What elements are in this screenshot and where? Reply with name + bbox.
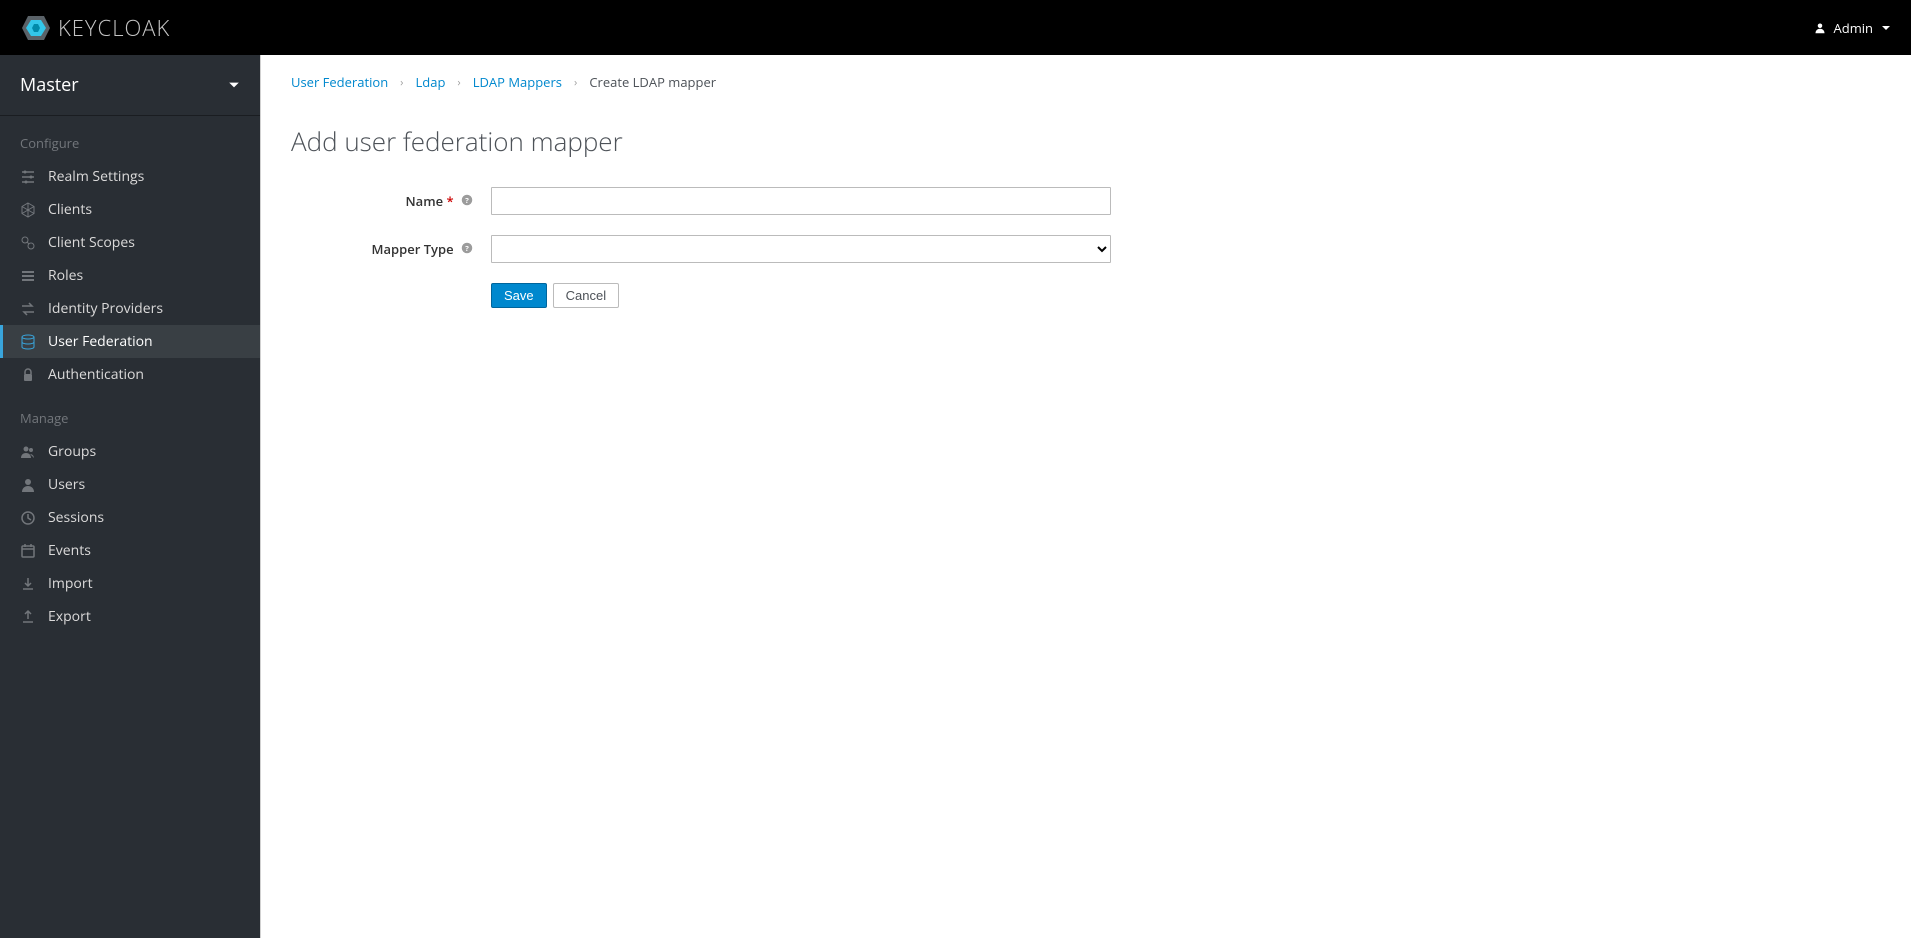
breadcrumb-link[interactable]: User Federation [291,73,388,91]
save-button[interactable]: Save [491,283,547,308]
sidebar-section-title: Configure [0,116,260,160]
help-icon[interactable]: ? [461,193,473,210]
breadcrumb-link[interactable]: LDAP Mappers [473,73,562,91]
sidebar-item-client-scopes[interactable]: Client Scopes [0,226,260,259]
mapper-type-select[interactable] [491,235,1111,263]
export-icon [20,609,36,625]
sidebar-item-label: Export [48,607,91,626]
user-icon [20,477,36,493]
sidebar-item-roles[interactable]: Roles [0,259,260,292]
sidebar-item-label: User Federation [48,332,153,351]
logo[interactable]: KEYCLOAK [20,12,170,44]
name-label: Name * ? [291,192,491,210]
form-actions: Save Cancel [491,283,1881,308]
sidebar-item-label: Sessions [48,508,104,527]
brand-text: KEYCLOAK [58,13,170,43]
clock-icon [20,510,36,526]
sidebar-item-label: Realm Settings [48,167,144,186]
sidebar-item-sessions[interactable]: Sessions [0,501,260,534]
realm-name: Master [20,73,79,97]
breadcrumb-separator: › [400,75,403,90]
page-title: Add user federation mapper [291,123,1881,159]
sidebar-item-label: Groups [48,442,96,461]
sidebar: Master Configure Realm Settings Clients Cli… [0,55,260,938]
user-icon [1814,22,1826,34]
sidebar-item-clients[interactable]: Clients [0,193,260,226]
realm-selector[interactable]: Master [0,55,260,116]
sidebar-item-users[interactable]: Users [0,468,260,501]
scopes-icon [20,235,36,251]
user-menu[interactable]: Admin [1814,19,1891,37]
form-row-mapper-type: Mapper Type ? [291,235,1881,263]
breadcrumb-separator: › [457,75,460,90]
database-icon [20,334,36,350]
sidebar-item-label: Client Scopes [48,233,135,252]
sidebar-item-label: Identity Providers [48,299,163,318]
keycloak-logo-icon [20,12,52,44]
sidebar-item-label: Authentication [48,365,144,384]
sidebar-item-label: Clients [48,200,92,219]
name-input[interactable] [491,187,1111,215]
help-icon[interactable]: ? [461,241,473,258]
calendar-icon [20,543,36,559]
form-row-name: Name * ? [291,187,1881,215]
breadcrumb-link[interactable]: Ldap [415,73,445,91]
sidebar-item-label: Import [48,574,93,593]
chevron-down-icon [228,79,240,91]
cancel-button[interactable]: Cancel [553,283,619,308]
user-name: Admin [1834,19,1873,37]
chevron-down-icon [1881,23,1891,33]
sidebar-item-groups[interactable]: Groups [0,435,260,468]
exchange-icon [20,301,36,317]
sidebar-item-user-federation[interactable]: User Federation [0,325,260,358]
sidebar-item-realm-settings[interactable]: Realm Settings [0,160,260,193]
sidebar-item-identity-providers[interactable]: Identity Providers [0,292,260,325]
sidebar-item-export[interactable]: Export [0,600,260,633]
breadcrumb: User Federation › Ldap › LDAP Mappers › Create… [291,73,1881,91]
sidebar-item-events[interactable]: Events [0,534,260,567]
sidebar-section-title: Manage [0,391,260,435]
header: KEYCLOAK Admin [0,0,1911,55]
cube-icon [20,202,36,218]
breadcrumb-separator: › [574,75,577,90]
lock-icon [20,367,36,383]
main-content: User Federation › Ldap › LDAP Mappers › Create… [260,55,1911,938]
breadcrumb-current: Create LDAP mapper [589,73,716,91]
sidebar-item-import[interactable]: Import [0,567,260,600]
sliders-icon [20,169,36,185]
mapper-type-label: Mapper Type ? [291,240,491,258]
sidebar-item-authentication[interactable]: Authentication [0,358,260,391]
svg-text:?: ? [465,244,469,254]
sidebar-item-label: Roles [48,266,83,285]
svg-text:?: ? [465,196,469,206]
users-icon [20,444,36,460]
sidebar-item-label: Events [48,541,91,560]
import-icon [20,576,36,592]
sidebar-item-label: Users [48,475,85,494]
list-icon [20,268,36,284]
required-indicator: * [446,192,453,210]
